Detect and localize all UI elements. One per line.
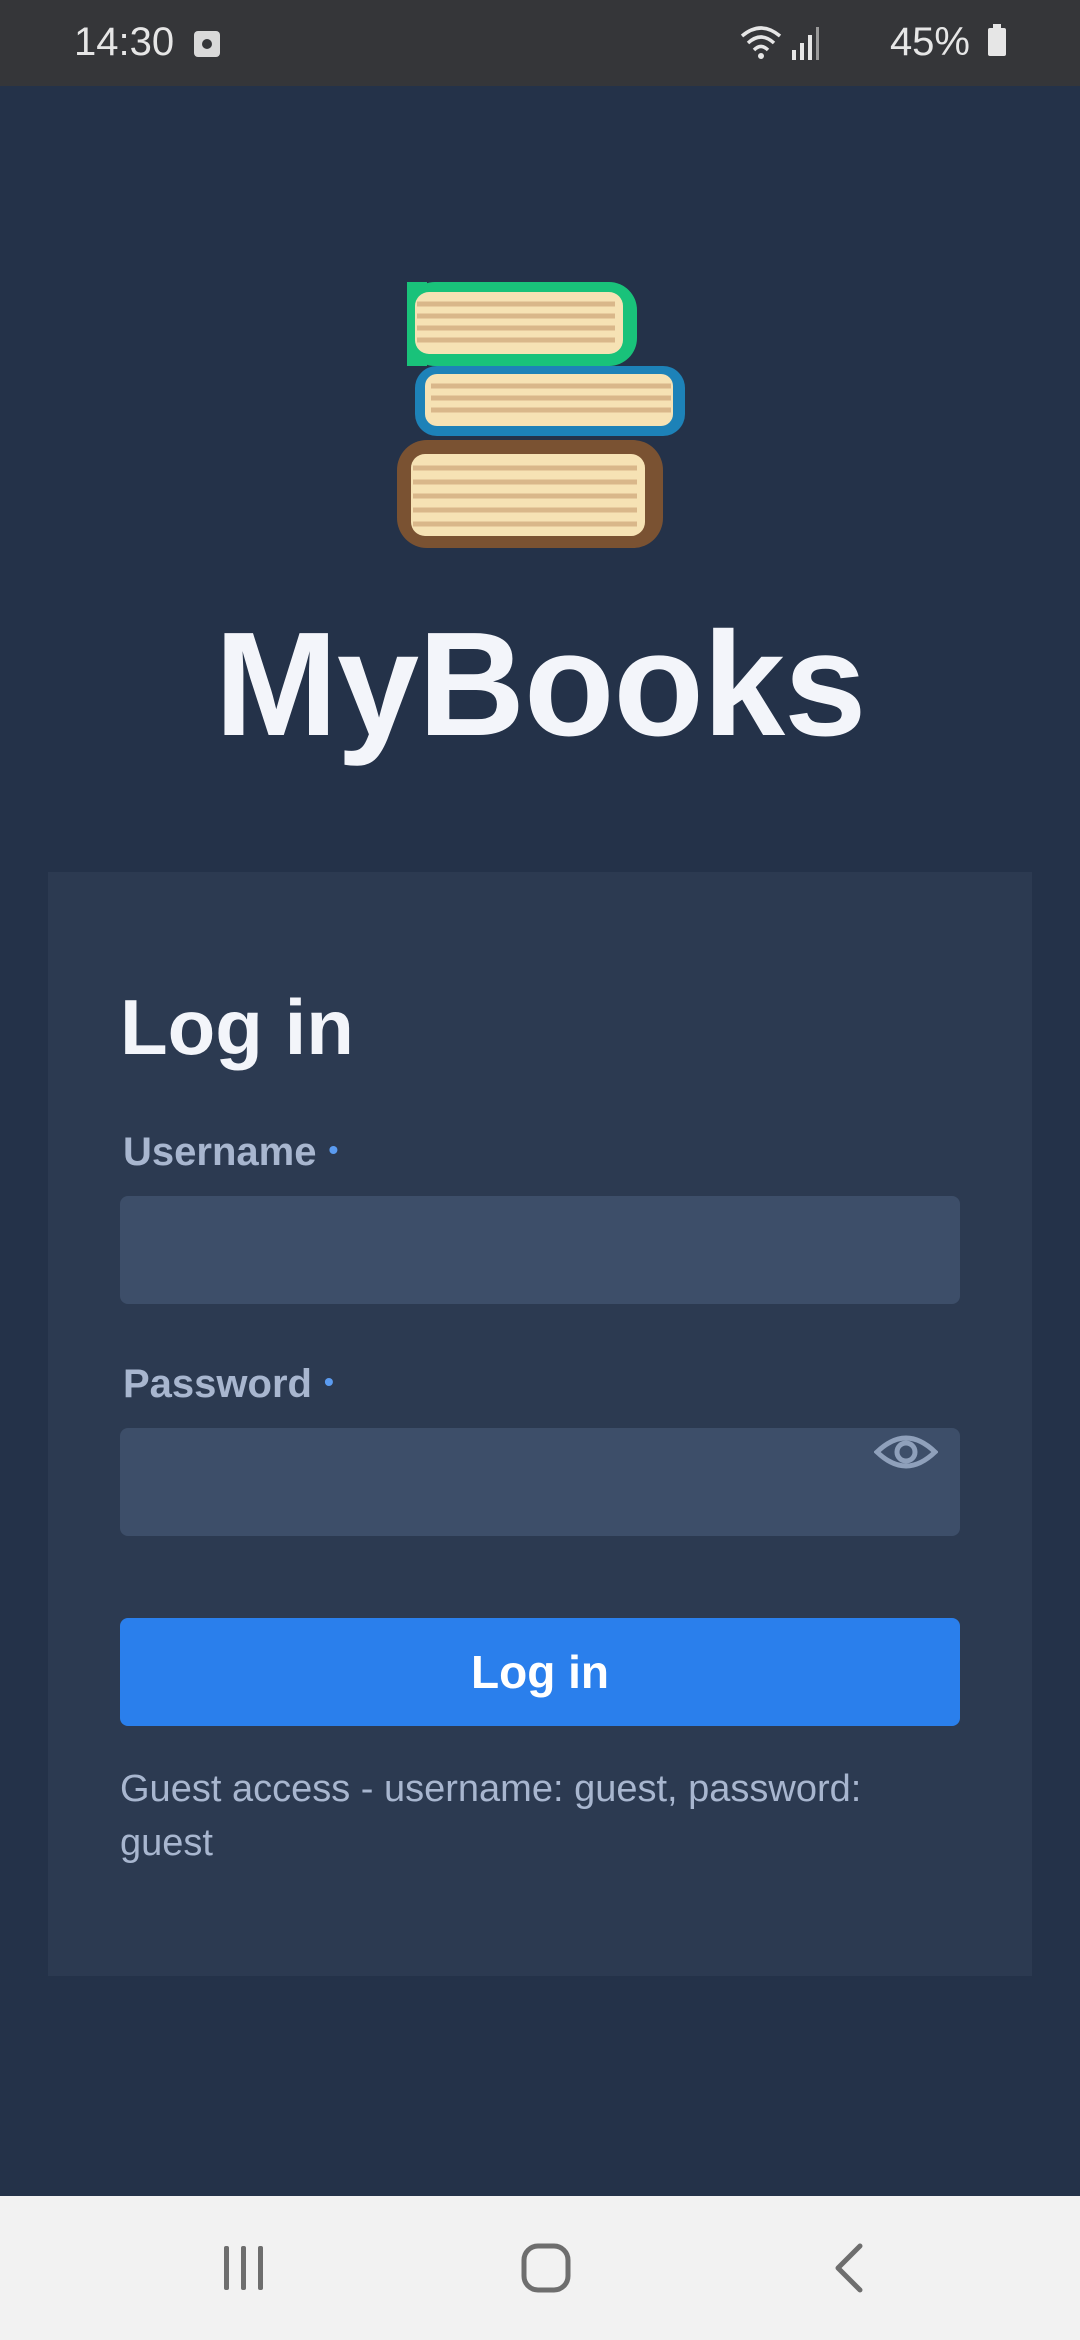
- password-label-text: Password: [123, 1362, 312, 1406]
- app-title: MyBooks: [214, 602, 867, 767]
- wifi-icon: [740, 26, 782, 59]
- notification-app-icon: [194, 31, 220, 57]
- login-button[interactable]: Log in: [120, 1618, 960, 1726]
- required-marker: •: [323, 1366, 334, 1397]
- home-icon[interactable]: [520, 2242, 572, 2294]
- guest-access-note: Guest access - username: guest, password…: [120, 1768, 862, 1864]
- status-bar: 14:30 45%: [0, 0, 1080, 86]
- battery-icon: [988, 24, 1006, 56]
- eye-icon[interactable]: [874, 1432, 938, 1472]
- username-label: Username •: [123, 1130, 338, 1175]
- back-icon[interactable]: [830, 2242, 870, 2294]
- battery-percent: 45%: [889, 20, 970, 64]
- username-input[interactable]: [120, 1196, 960, 1304]
- required-marker: •: [328, 1134, 339, 1165]
- username-label-text: Username: [123, 1130, 317, 1174]
- recent-apps-icon[interactable]: [220, 2242, 268, 2294]
- system-nav-bar: [0, 2196, 1080, 2340]
- password-input[interactable]: [120, 1428, 960, 1536]
- password-label: Password •: [123, 1362, 334, 1407]
- login-card: Log in Username • Password • Log in Guest …: [48, 872, 1032, 1976]
- signal-icon: [792, 27, 819, 60]
- status-time: 14:30: [74, 20, 175, 64]
- login-title: Log in: [120, 983, 354, 1071]
- stacked-books-icon: [397, 282, 685, 548]
